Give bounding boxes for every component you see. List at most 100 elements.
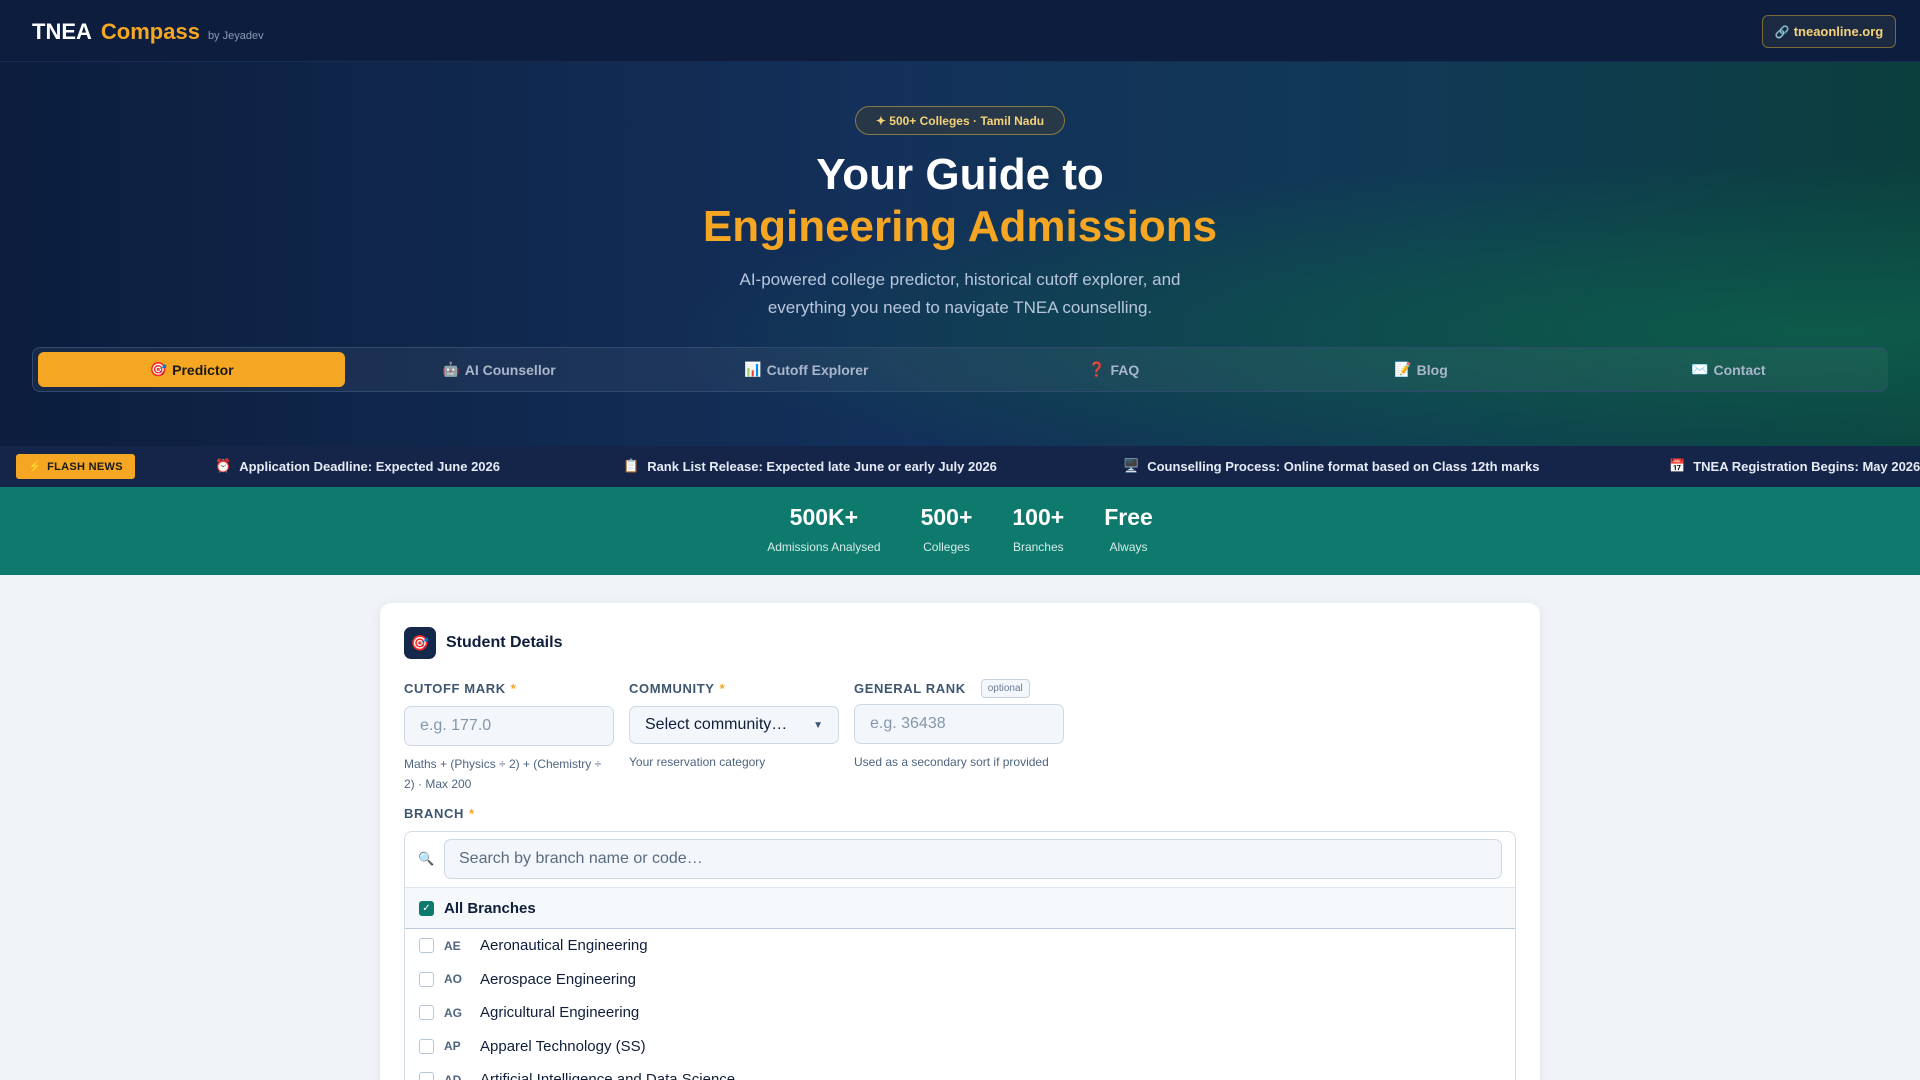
stat-label: Colleges — [923, 540, 970, 554]
branch-option[interactable]: AD Artificial Intelligence and Data Scie… — [405, 1063, 1515, 1080]
ticker-track: ⏰ Application Deadline: Expected June 20… — [0, 446, 1920, 487]
tab-cutoff-explorer[interactable]: 📊 Cutoff Explorer — [653, 352, 960, 387]
community-selected-value: Select community… — [645, 716, 788, 733]
tab-predictor[interactable]: 🎯 Predictor — [38, 352, 346, 387]
stat-value: 500K+ — [789, 504, 859, 530]
cutoff-input[interactable] — [404, 706, 614, 746]
card-title: Student Details — [446, 634, 563, 651]
chevron-down-icon: ▼ — [813, 719, 823, 731]
target-icon: 🎯 — [149, 361, 168, 377]
hero-title-line1: Your Guide to — [816, 150, 1104, 199]
ticker-text: Counselling Process: Online format based… — [1147, 458, 1540, 474]
branch-checkbox[interactable] — [419, 1005, 434, 1021]
tneaonline-link-label: tneaonline.org — [1793, 24, 1884, 39]
branch-label: BRANCH * — [404, 806, 475, 821]
search-icon: 🔍 — [418, 851, 435, 866]
branch-option[interactable]: AE Aeronautical Engineering — [405, 929, 1515, 963]
branch-option[interactable]: AO Aerospace Engineering — [405, 963, 1515, 997]
stat-free: Free Always — [1104, 504, 1153, 575]
ticker-text: Application Deadline: Expected June 2026 — [239, 458, 500, 474]
community-label: COMMUNITY * — [629, 681, 839, 696]
cutoff-label-text: CUTOFF MARK — [404, 681, 506, 696]
tneaonline-link[interactable]: 🔗 tneaonline.org — [1762, 15, 1896, 48]
stat-label: Always — [1109, 540, 1148, 554]
branch-code: AE — [444, 938, 461, 953]
all-branches-option[interactable]: ✓ All Branches — [405, 888, 1515, 929]
question-icon: ❓ — [1088, 361, 1106, 377]
optional-tag: optional — [980, 679, 1030, 698]
branch-option[interactable]: AG Agricultural Engineering — [405, 996, 1515, 1030]
community-field: COMMUNITY * Select community… ▼ Your res… — [629, 681, 839, 772]
brand-compass: Compass — [100, 19, 200, 44]
hero-badge: ✦ 500+ Colleges · Tamil Nadu — [855, 106, 1065, 135]
tab-ai-counsellor[interactable]: 🤖 AI Counsellor — [345, 352, 652, 387]
branch-checkbox[interactable] — [419, 971, 434, 987]
branch-option[interactable]: AP Apparel Technology (SS) — [405, 1030, 1515, 1064]
branch-label-text: BRANCH — [404, 806, 464, 821]
ticker-text: Rank List Release: Expected late June or… — [647, 458, 997, 474]
stat-label: Admissions Analysed — [767, 540, 881, 554]
tab-contact[interactable]: ✉️ Contact — [1575, 352, 1882, 387]
stat-colleges: 500+ Colleges — [921, 504, 973, 575]
branch-name: Agricultural Engineering — [480, 1004, 640, 1022]
envelope-icon: ✉️ — [1691, 361, 1709, 377]
computer-icon: 🖥️ — [1123, 458, 1140, 473]
all-branches-checkbox[interactable]: ✓ — [419, 900, 434, 916]
stat-admissions: 500K+ Admissions Analysed — [767, 504, 880, 575]
stat-value: Free — [1104, 504, 1153, 530]
branch-code: AO — [444, 972, 462, 987]
hero-title-line2: Engineering Admissions — [702, 202, 1218, 251]
branch-code: AP — [444, 1039, 461, 1054]
top-header: TNEA Compass by Jeyadev 🔗 tneaonline.org — [0, 0, 1920, 62]
rank-hint: Used as a secondary sort if provided — [854, 755, 1049, 769]
branch-search-row: 🔍 — [405, 832, 1515, 888]
cutoff-hint: Maths + (Physics ÷ 2) + (Chemistry ÷ 2) … — [404, 757, 602, 791]
rank-label: GENERAL RANK optional — [854, 679, 1064, 698]
required-mark: * — [719, 681, 726, 696]
tab-blog[interactable]: 📝 Blog — [1267, 352, 1574, 387]
community-select[interactable]: Select community… ▼ — [629, 706, 839, 744]
stat-label: Branches — [1012, 540, 1064, 554]
tab-label: Cutoff Explorer — [766, 361, 869, 378]
branch-search-input[interactable] — [444, 839, 1502, 879]
clipboard-icon: 📋 — [623, 458, 640, 473]
ticker-item: 📋 Rank List Release: Expected late June … — [623, 458, 997, 474]
stats-bar: 500K+ Admissions Analysed 500+ Colleges … — [0, 487, 1920, 575]
target-icon: 🎯 — [404, 627, 436, 659]
main-tabs: 🎯 Predictor 🤖 AI Counsellor 📊 Cutoff Exp… — [32, 347, 1888, 392]
ticker-item: 🖥️ Counselling Process: Online format ba… — [1123, 458, 1539, 474]
branch-picker: 🔍 ✓ All Branches AE Aeronautical Enginee… — [404, 831, 1516, 1080]
rank-input[interactable] — [854, 704, 1064, 744]
tab-label: Contact — [1713, 361, 1766, 378]
calendar-icon: 📅 — [1669, 458, 1686, 473]
all-branches-label: All Branches — [444, 899, 536, 917]
branch-code: AG — [444, 1005, 462, 1020]
community-label-text: COMMUNITY — [629, 681, 715, 696]
branch-name: Apparel Technology (SS) — [480, 1037, 646, 1055]
rank-label-text: GENERAL RANK — [854, 681, 966, 696]
branch-label-row: BRANCH * — [404, 806, 475, 821]
tab-faq[interactable]: ❓ FAQ — [960, 352, 1267, 387]
memo-icon: 📝 — [1394, 361, 1412, 377]
stat-branches: 100+ Branches — [1012, 504, 1064, 575]
robot-icon: 🤖 — [442, 361, 460, 377]
link-icon: 🔗 — [1774, 24, 1790, 39]
stat-value: 500+ — [920, 504, 973, 530]
flash-news-label: FLASH NEWS — [47, 460, 123, 473]
tab-label: FAQ — [1110, 361, 1140, 378]
branch-checkbox[interactable] — [419, 938, 434, 954]
ticker-item: ⏰ Application Deadline: Expected June 20… — [215, 458, 500, 474]
branch-checkbox[interactable] — [419, 1072, 434, 1080]
lightning-icon: ⚡ — [28, 461, 43, 473]
stat-value: 100+ — [1012, 504, 1065, 530]
branch-name: Aerospace Engineering — [480, 970, 636, 988]
branch-checkbox[interactable] — [419, 1038, 434, 1054]
cutoff-label: CUTOFF MARK * — [404, 681, 614, 696]
cutoff-field: CUTOFF MARK * Maths + (Physics ÷ 2) + (C… — [404, 681, 614, 794]
branch-name: Aeronautical Engineering — [480, 937, 648, 955]
brand-logo[interactable]: TNEA Compass by Jeyadev — [32, 19, 264, 45]
required-mark: * — [510, 681, 517, 696]
ticker-text: TNEA Registration Begins: May 2026 — [1693, 458, 1920, 474]
branch-code: AD — [444, 1072, 462, 1080]
tab-label: Predictor — [172, 361, 234, 378]
